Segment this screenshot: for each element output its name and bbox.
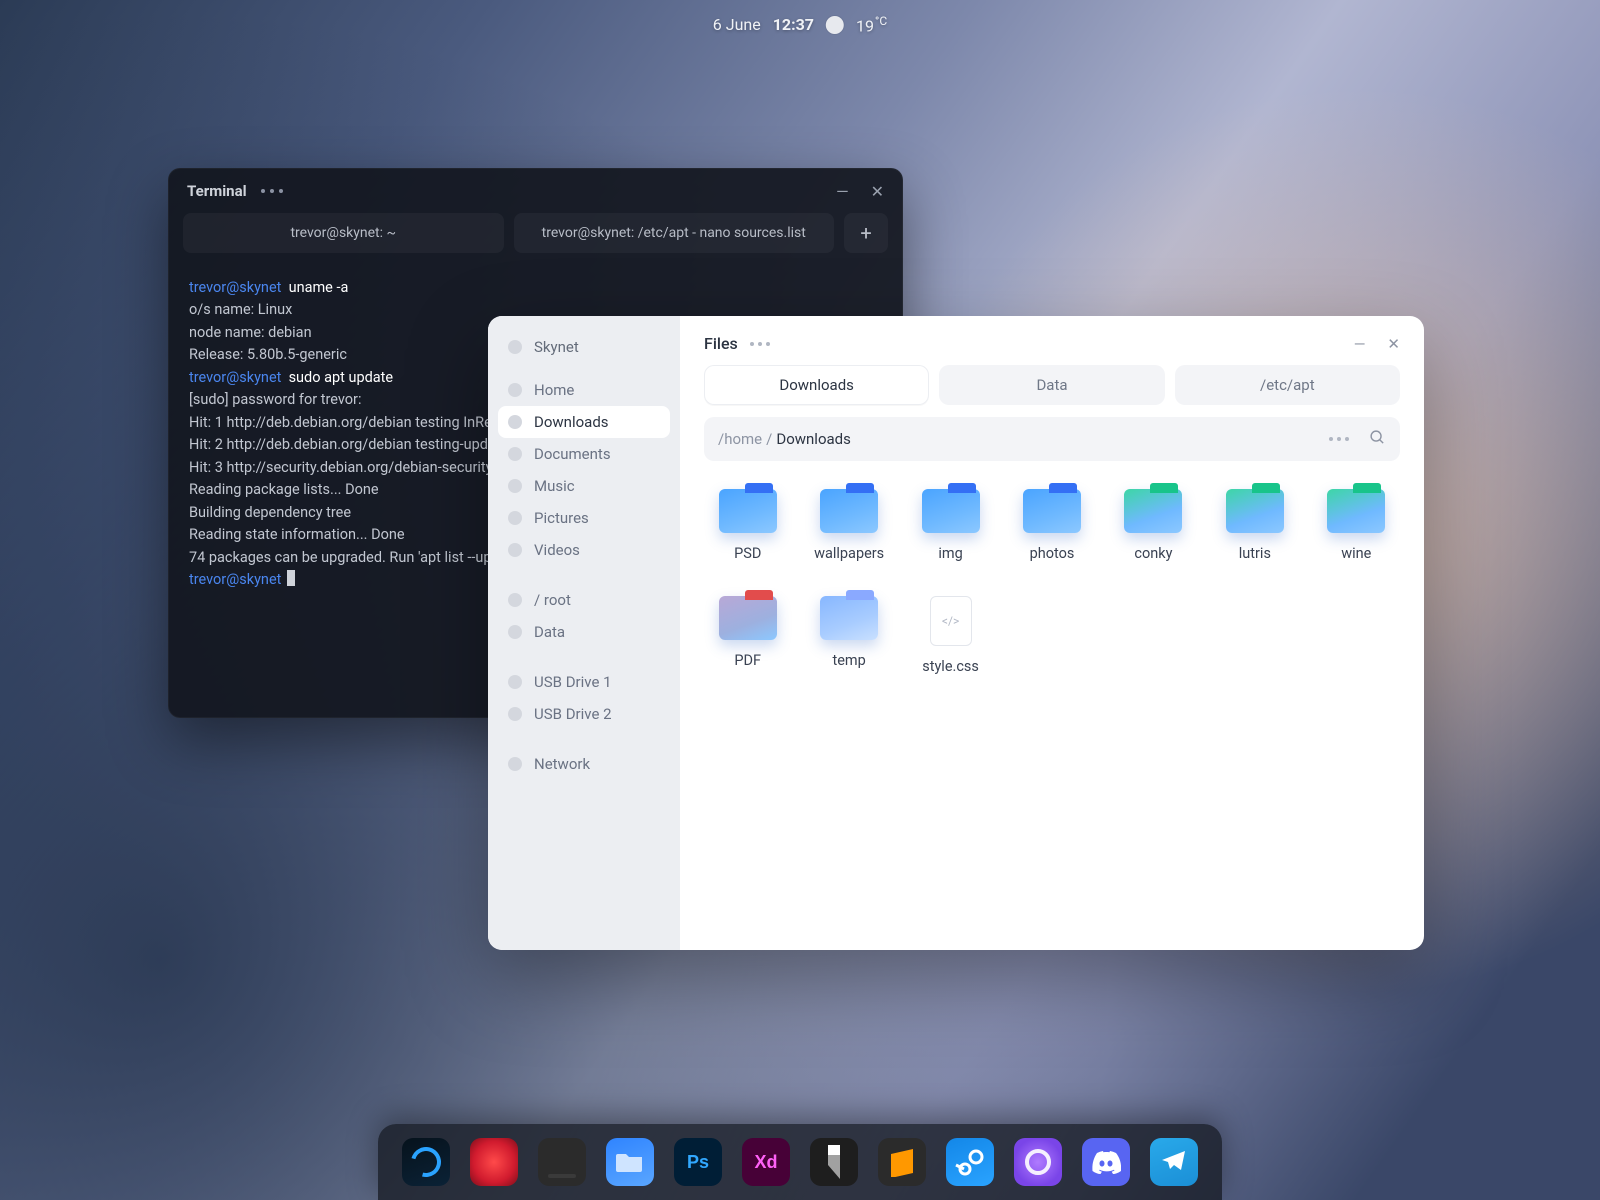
sidebar-item-downloads[interactable]: Downloads	[498, 406, 670, 438]
network-icon	[508, 757, 522, 771]
folder-icon	[1023, 489, 1081, 533]
folder-icon	[508, 415, 522, 429]
host-label: Skynet	[498, 334, 670, 374]
dock-app-sublime[interactable]	[878, 1138, 926, 1186]
tab-data[interactable]: Data	[939, 365, 1164, 405]
temperature-label: 19°C	[856, 14, 887, 35]
steam-icon	[954, 1146, 986, 1178]
folder-icon	[922, 489, 980, 533]
usb-icon	[508, 707, 522, 721]
minimize-icon[interactable]: ―	[1354, 335, 1366, 353]
folder-icon	[1327, 489, 1385, 533]
terminal-tab[interactable]: trevor@skynet: /etc/apt - nano sources.l…	[514, 213, 835, 253]
folder-item[interactable]: PSD	[704, 489, 791, 562]
files-title: Files	[704, 334, 738, 353]
dock-app-opera[interactable]	[470, 1138, 518, 1186]
weather-icon	[826, 16, 844, 34]
terminal-title: Terminal	[187, 182, 247, 200]
tab-etc-apt[interactable]: /etc/apt	[1175, 365, 1400, 405]
new-tab-button[interactable]: +	[844, 213, 888, 253]
dock-app-lutris[interactable]	[1014, 1138, 1062, 1186]
folder-icon	[1226, 489, 1284, 533]
folder-icon	[508, 543, 522, 557]
folder-icon	[508, 383, 522, 397]
more-icon[interactable]	[750, 342, 770, 346]
sidebar-item-usb1[interactable]: USB Drive 1	[498, 666, 670, 698]
blender-icon	[406, 1142, 447, 1183]
folder-icon	[508, 447, 522, 461]
folder-item[interactable]: wallpapers	[805, 489, 892, 562]
sidebar-item-home[interactable]: Home	[498, 374, 670, 406]
telegram-icon	[1161, 1149, 1187, 1175]
folder-item[interactable]: temp	[805, 596, 892, 675]
top-status-bar: 6 June 12:37 19°C	[713, 14, 887, 35]
dock-app-files[interactable]	[606, 1138, 654, 1186]
close-icon[interactable]: ✕	[1387, 335, 1400, 353]
drive-icon	[508, 625, 522, 639]
files-window[interactable]: Skynet Home Downloads Documents Music Pi…	[488, 316, 1424, 950]
dock-app-discord[interactable]	[1082, 1138, 1130, 1186]
terminal-tabs: trevor@skynet: ~ trevor@skynet: /etc/apt…	[169, 213, 902, 263]
terminal-titlebar[interactable]: Terminal ― ✕	[169, 169, 902, 213]
folder-icon	[616, 1150, 644, 1174]
date-label: 6 June	[713, 15, 761, 34]
close-icon[interactable]: ✕	[871, 182, 884, 201]
dock-app-terminal[interactable]	[538, 1138, 586, 1186]
folder-item[interactable]: lutris	[1211, 489, 1298, 562]
circle-icon	[1025, 1149, 1051, 1175]
sidebar-item-usb2[interactable]: USB Drive 2	[498, 698, 670, 730]
file-grid: PSD wallpapers img photos conky lutris w…	[704, 489, 1400, 675]
dock-app-xd[interactable]: Xd	[742, 1138, 790, 1186]
path-bar[interactable]: / home / Downloads	[704, 417, 1400, 461]
figma-icon	[822, 1145, 846, 1179]
more-icon[interactable]	[261, 189, 283, 193]
dock-app-photoshop[interactable]: Ps	[674, 1138, 722, 1186]
folder-icon	[820, 489, 878, 533]
drive-icon	[508, 593, 522, 607]
more-icon[interactable]	[1329, 437, 1349, 441]
folder-item[interactable]: photos	[1008, 489, 1095, 562]
folder-icon	[719, 489, 777, 533]
folder-item[interactable]: PDF	[704, 596, 791, 675]
sidebar-item-music[interactable]: Music	[498, 470, 670, 502]
sidebar-item-videos[interactable]: Videos	[498, 534, 670, 566]
time-label: 12:37	[773, 15, 814, 34]
host-icon	[508, 340, 522, 354]
files-main: Files ― ✕ Downloads Data /etc/apt / home…	[680, 316, 1424, 950]
folder-item[interactable]: wine	[1313, 489, 1400, 562]
sublime-icon	[887, 1147, 917, 1177]
files-titlebar[interactable]: Files ― ✕	[704, 334, 1400, 353]
folder-icon	[508, 479, 522, 493]
file-icon: </>	[930, 596, 972, 646]
sidebar-item-root[interactable]: / root	[498, 584, 670, 616]
breadcrumb[interactable]: Downloads	[776, 430, 851, 448]
files-sidebar: Skynet Home Downloads Documents Music Pi…	[488, 316, 680, 950]
tab-downloads[interactable]: Downloads	[704, 365, 929, 405]
sidebar-item-documents[interactable]: Documents	[498, 438, 670, 470]
dock-app-steam[interactable]	[946, 1138, 994, 1186]
folder-icon	[820, 596, 878, 640]
dock-app-telegram[interactable]	[1150, 1138, 1198, 1186]
file-item[interactable]: </>style.css	[907, 596, 994, 675]
folder-item[interactable]: conky	[1110, 489, 1197, 562]
sidebar-item-data[interactable]: Data	[498, 616, 670, 648]
files-tabs: Downloads Data /etc/apt	[704, 365, 1400, 405]
breadcrumb[interactable]: home	[724, 430, 762, 448]
sidebar-item-pictures[interactable]: Pictures	[498, 502, 670, 534]
minimize-icon[interactable]: ―	[836, 182, 849, 201]
folder-icon	[1124, 489, 1182, 533]
terminal-tab[interactable]: trevor@skynet: ~	[183, 213, 504, 253]
dock-app-blender[interactable]	[402, 1138, 450, 1186]
discord-icon	[1091, 1150, 1121, 1174]
cursor-icon	[287, 570, 295, 586]
folder-icon	[719, 596, 777, 640]
sidebar-item-network[interactable]: Network	[498, 748, 670, 780]
dock-app-figma[interactable]	[810, 1138, 858, 1186]
dock: Ps Xd	[378, 1124, 1222, 1200]
search-icon[interactable]	[1369, 429, 1386, 450]
folder-item[interactable]: img	[907, 489, 994, 562]
folder-icon	[508, 511, 522, 525]
usb-icon	[508, 675, 522, 689]
